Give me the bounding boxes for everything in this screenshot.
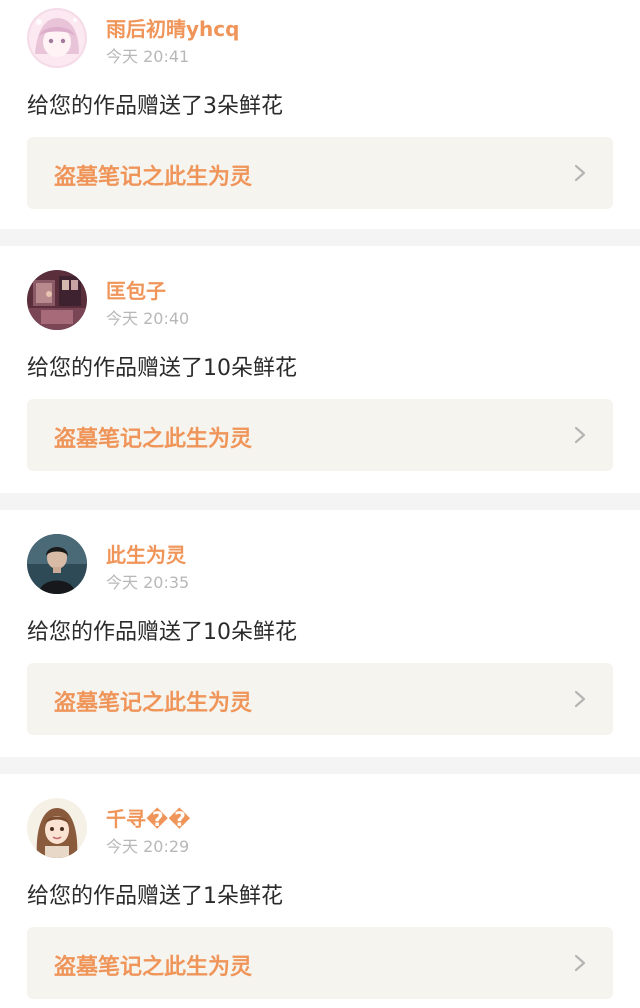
avatar[interactable] xyxy=(27,270,87,330)
avatar[interactable] xyxy=(27,8,87,68)
avatar[interactable] xyxy=(27,534,87,594)
anime-girl-brown-hair-avatar-icon xyxy=(27,798,87,858)
gift-message: 给您的作品赠送了10朵鲜花 xyxy=(27,356,297,381)
anime-girl-pink-avatar-icon xyxy=(27,8,87,68)
work-title: 盗墓笔记之此生为灵 xyxy=(54,955,253,980)
username[interactable]: 此生为灵 xyxy=(106,539,186,568)
gift-message: 给您的作品赠送了1朵鲜花 xyxy=(27,884,283,909)
chevron-right-icon xyxy=(573,953,587,973)
gift-message: 给您的作品赠送了10朵鲜花 xyxy=(27,620,297,645)
notification-card: 千寻�� 今天 20:29 给您的作品赠送了1朵鲜花 盗墓笔记之此生为灵 xyxy=(0,790,640,1008)
gift-notification-feed: 雨后初晴yhcq 今天 20:41 给您的作品赠送了3朵鲜花 盗墓笔记之此生为灵 xyxy=(0,0,640,1008)
section-divider xyxy=(0,757,640,774)
chevron-right-icon xyxy=(573,425,587,445)
work-link-button[interactable]: 盗墓笔记之此生为灵 xyxy=(27,399,613,471)
chevron-right-icon xyxy=(573,163,587,183)
notification-card: 此生为灵 今天 20:35 给您的作品赠送了10朵鲜花 盗墓笔记之此生为灵 xyxy=(0,526,640,771)
boy-dark-avatar-icon xyxy=(27,534,87,594)
username[interactable]: 匡包子 xyxy=(106,275,166,304)
timestamp: 今天 20:35 xyxy=(106,573,190,592)
timestamp: 今天 20:29 xyxy=(106,837,190,856)
timestamp: 今天 20:41 xyxy=(106,47,190,66)
timestamp: 今天 20:40 xyxy=(106,309,190,328)
notification-card: 雨后初晴yhcq 今天 20:41 给您的作品赠送了3朵鲜花 盗墓笔记之此生为灵 xyxy=(0,0,640,245)
room-scene-avatar-icon xyxy=(27,270,87,330)
section-divider xyxy=(0,493,640,510)
avatar[interactable] xyxy=(27,798,87,858)
section-divider xyxy=(0,229,640,246)
work-link-button[interactable]: 盗墓笔记之此生为灵 xyxy=(27,927,613,999)
chevron-right-icon xyxy=(573,689,587,709)
work-title: 盗墓笔记之此生为灵 xyxy=(54,165,253,190)
work-title: 盗墓笔记之此生为灵 xyxy=(54,691,253,716)
work-link-button[interactable]: 盗墓笔记之此生为灵 xyxy=(27,663,613,735)
gift-message: 给您的作品赠送了3朵鲜花 xyxy=(27,94,283,119)
work-link-button[interactable]: 盗墓笔记之此生为灵 xyxy=(27,137,613,209)
username[interactable]: 千寻�� xyxy=(106,803,191,832)
username[interactable]: 雨后初晴yhcq xyxy=(106,13,239,42)
notification-card: 匡包子 今天 20:40 给您的作品赠送了10朵鲜花 盗墓笔记之此生为灵 xyxy=(0,262,640,507)
work-title: 盗墓笔记之此生为灵 xyxy=(54,427,253,452)
